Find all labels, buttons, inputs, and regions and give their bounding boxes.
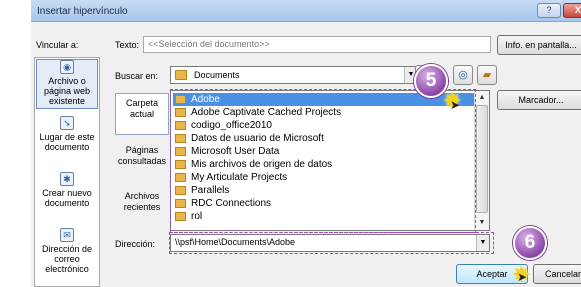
bookmark-button[interactable]: Marcador... (497, 90, 581, 110)
bookmark-document-icon: ➘ (60, 116, 74, 130)
step-6-callout: 6 (513, 226, 547, 260)
text-to-display-input[interactable]: <<Selección del documento>> (143, 36, 491, 53)
link-to-place-in-document-item[interactable]: ➘ Lugar de este documento (36, 116, 98, 166)
look-in-dropdown[interactable]: Documents ▼ (170, 66, 418, 84)
file-list-scrollbar[interactable]: ▲ ▼ (474, 91, 489, 230)
new-document-icon: ✱ (60, 172, 74, 186)
text-to-display-label: Texto: (115, 40, 140, 50)
dialog-title: Insertar hipervínculo (37, 6, 128, 17)
screentip-button[interactable]: Info. en pantalla... (497, 35, 581, 55)
scroll-down-icon[interactable]: ▼ (476, 217, 488, 229)
browsed-pages-button[interactable]: Páginas consultadas (115, 141, 169, 179)
scrollbar-thumb[interactable] (476, 105, 488, 213)
help-button[interactable]: ? (537, 3, 561, 18)
globe-document-icon: ◉ (60, 60, 74, 74)
title-bar: Insertar hipervínculo ? X (31, 0, 581, 22)
look-in-label: Buscar en: (115, 71, 159, 81)
link-to-panel: ◉ Archivo o página web existente ➘ Lugar… (34, 57, 100, 287)
current-folder-button[interactable]: Carpeta actual (115, 93, 169, 135)
link-to-new-document-item[interactable]: ✱ Crear nuevo documento (36, 172, 98, 222)
link-to-item-label: Archivo o página web existente (43, 76, 91, 106)
scroll-up-icon[interactable]: ▲ (476, 92, 488, 104)
link-to-item-label: Crear nuevo documento (42, 188, 92, 208)
look-in-value: Documents (194, 70, 240, 80)
link-to-item-label: Lugar de este documento (39, 132, 95, 152)
file-list-highlight (170, 89, 476, 233)
link-to-email-item[interactable]: ✉ Dirección de correo electrónico (36, 228, 98, 278)
link-to-label: Vincular a: (36, 40, 79, 50)
browse-web-button[interactable]: ◎ (453, 65, 473, 85)
folder-icon (175, 70, 187, 80)
browse-file-button[interactable]: ▰ (477, 65, 497, 85)
open-folder-icon: ▰ (482, 69, 492, 81)
cancel-button[interactable]: Cancelar (533, 264, 581, 284)
insert-hyperlink-dialog: Insertar hipervínculo ? X Vincular a: Te… (31, 0, 581, 287)
close-button[interactable]: X (563, 3, 581, 18)
address-highlight (169, 232, 494, 254)
mouse-cursor-icon: ➤ (517, 270, 528, 284)
browse-sub-panel: Carpeta actual Páginas consultadas Archi… (115, 89, 169, 229)
recent-files-button[interactable]: Archivos recientes (115, 187, 169, 225)
link-to-existing-file-item[interactable]: ◉ Archivo o página web existente (36, 59, 98, 109)
mouse-cursor-icon: ➤ (450, 98, 461, 112)
email-envelope-icon: ✉ (60, 228, 74, 242)
globe-search-icon: ◎ (458, 69, 468, 81)
link-to-item-label: Dirección de correo electrónico (41, 244, 93, 274)
address-label: Dirección: (115, 239, 156, 249)
